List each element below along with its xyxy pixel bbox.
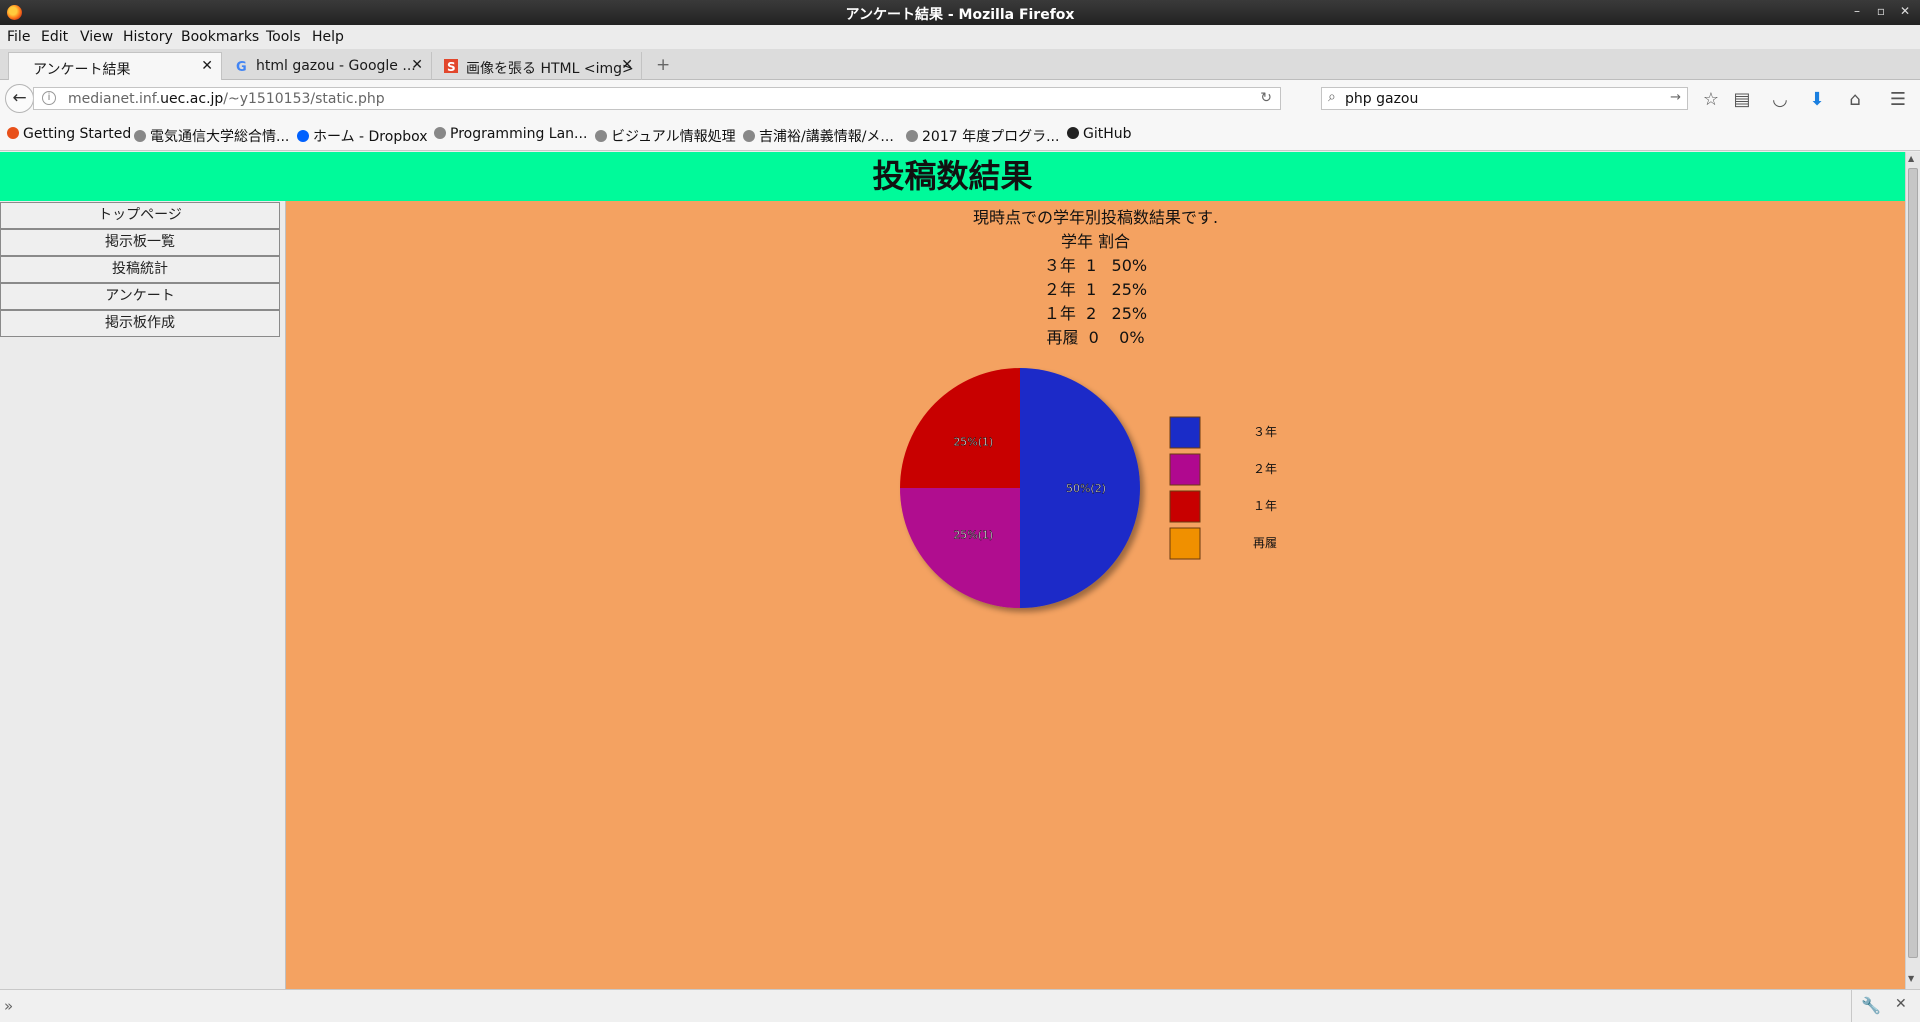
tab-label: 画像を張る HTML <img>: [466, 61, 634, 77]
console-chevron-icon[interactable]: »: [4, 997, 13, 1015]
tab-google-search[interactable]: G html gazou - Google ... ✕: [224, 52, 432, 80]
search-icon: ⌕: [1328, 89, 1336, 105]
bookmark-dropbox[interactable]: ホーム - Dropbox: [297, 126, 428, 146]
tab-close-icon[interactable]: ✕: [621, 57, 633, 73]
page-content: 投稿数結果 トップページ 掲示板一覧 投稿統計 アンケート 掲示板作成 現時点で…: [0, 152, 1905, 989]
legend-swatch-3: [1169, 527, 1201, 560]
globe-icon: [434, 127, 446, 139]
search-go-icon[interactable]: →: [1670, 90, 1681, 105]
tab-strip: アンケート結果 ✕ G html gazou - Google ... ✕ S …: [0, 49, 1920, 81]
stat-row-3nen: ３年 1 50%: [1043, 256, 1148, 275]
google-icon: G: [236, 60, 247, 73]
window-titlebar: アンケート結果 - Mozilla Firefox – ▫ ✕: [0, 0, 1920, 25]
legend-label-2: １年: [1253, 499, 1277, 513]
pie-slice-2: [900, 368, 1020, 488]
bookmark-2017-programming[interactable]: 2017 年度プログラ...: [906, 126, 1059, 146]
globe-icon: [743, 130, 755, 142]
scroll-up-icon[interactable]: ▲: [1908, 154, 1914, 163]
github-icon: [1067, 127, 1079, 139]
scroll-down-icon[interactable]: ▼: [1908, 974, 1914, 983]
bookmarks-toolbar: Getting Started 電気通信大学総合情... ホーム - Dropb…: [0, 117, 1920, 151]
new-tab-icon[interactable]: +: [656, 55, 670, 75]
bookmark-github[interactable]: GitHub: [1067, 126, 1132, 142]
minimize-icon[interactable]: –: [1848, 4, 1866, 18]
legend-label-1: ２年: [1253, 462, 1277, 476]
menu-bar: File Edit View History Bookmarks Tools H…: [0, 25, 1920, 49]
pie-slice-label-1: 25%(1): [953, 529, 993, 542]
close-toolbar-icon[interactable]: ✕: [1895, 996, 1907, 1012]
svg-text:G: G: [236, 60, 247, 73]
bookmark-uec[interactable]: 電気通信大学総合情...: [134, 126, 289, 146]
stat-row-1nen: １年 2 25%: [1043, 304, 1148, 323]
page-header: 投稿数結果: [0, 152, 1905, 201]
developer-toolbar: » 🔧 ✕: [0, 989, 1920, 1022]
firefox-icon: [7, 127, 19, 139]
maximize-icon[interactable]: ▫: [1872, 4, 1890, 18]
hamburger-menu-icon[interactable]: ☰: [1886, 89, 1910, 110]
nav-post-stats[interactable]: 投稿統計: [0, 256, 280, 283]
divider: [1851, 990, 1852, 1022]
intro-text: 現時点での学年別投稿数結果です.: [972, 208, 1219, 227]
site-s-icon: S: [444, 59, 458, 73]
downloads-icon[interactable]: ⬇: [1805, 89, 1829, 110]
stat-row-sairi: 再履 0 0%: [1046, 328, 1145, 347]
menu-file[interactable]: File: [7, 29, 30, 45]
tab-html-img[interactable]: S 画像を張る HTML <img> ✕: [434, 52, 642, 80]
sidebar: トップページ 掲示板一覧 投稿統計 アンケート 掲示板作成: [0, 201, 286, 989]
page-title: 投稿数結果: [872, 157, 1033, 195]
reader-view-icon[interactable]: ▤: [1730, 89, 1754, 110]
search-value: php gazou: [1345, 91, 1419, 107]
close-window-icon[interactable]: ✕: [1896, 4, 1914, 18]
legend-label-3: 再履: [1253, 536, 1277, 550]
legend-swatch-2: [1169, 490, 1201, 523]
menu-bookmarks[interactable]: Bookmarks: [181, 29, 259, 45]
menu-help[interactable]: Help: [312, 29, 344, 45]
reload-icon[interactable]: ↻: [1260, 90, 1272, 106]
legend-swatch-0: [1169, 416, 1201, 449]
vertical-scrollbar[interactable]: ▲ ▼: [1905, 152, 1920, 989]
tab-close-icon[interactable]: ✕: [201, 58, 213, 74]
bookmark-getting-started[interactable]: Getting Started: [7, 126, 131, 142]
scrollbar-thumb[interactable]: [1908, 168, 1918, 958]
menu-view[interactable]: View: [80, 29, 113, 45]
bookmark-yoshiura[interactable]: 吉浦裕/講義情報/メ...: [743, 126, 894, 146]
url-text: medianet.inf.uec.ac.jp/~y1510153/static.…: [68, 91, 385, 107]
bookmark-star-icon[interactable]: ☆: [1699, 89, 1723, 110]
search-input[interactable]: ⌕ php gazou →: [1321, 87, 1688, 110]
pie-slice-label-0: 50%(2): [1066, 482, 1106, 495]
navigation-toolbar: ← i medianet.inf.uec.ac.jp/~y1510153/sta…: [0, 80, 1920, 117]
nav-board-list[interactable]: 掲示板一覧: [0, 229, 280, 256]
tab-survey-results[interactable]: アンケート結果 ✕: [8, 52, 222, 81]
menu-history[interactable]: History: [123, 29, 173, 45]
back-button[interactable]: ←: [5, 84, 34, 113]
tab-label: アンケート結果: [33, 62, 131, 78]
stat-row-2nen: ２年 1 25%: [1043, 280, 1148, 299]
site-info-icon[interactable]: i: [42, 91, 56, 105]
legend-label-0: ３年: [1253, 425, 1277, 439]
url-bar[interactable]: i medianet.inf.uec.ac.jp/~y1510153/stati…: [33, 87, 1281, 110]
globe-icon: [595, 130, 607, 142]
menu-tools[interactable]: Tools: [266, 29, 301, 45]
dropbox-icon: [297, 130, 309, 142]
tab-close-icon[interactable]: ✕: [411, 57, 423, 73]
pocket-icon[interactable]: ◡: [1768, 89, 1792, 110]
wrench-icon[interactable]: 🔧: [1861, 996, 1881, 1015]
bookmark-programming[interactable]: Programming Lan...: [434, 126, 587, 142]
pie-slice-label-2: 25%(1): [953, 435, 993, 448]
svg-text:S: S: [447, 60, 456, 73]
table-header: 学年 割合: [1060, 232, 1131, 251]
home-icon[interactable]: ⌂: [1843, 89, 1867, 110]
globe-icon: [906, 130, 918, 142]
globe-icon: [134, 130, 146, 142]
tab-label: html gazou - Google ...: [256, 58, 416, 74]
legend-swatch-1: [1169, 453, 1201, 486]
pie-chart: 50%(2) 25%(1) 25%(1) ３年 ２年 １年再履: [900, 368, 1277, 608]
menu-edit[interactable]: Edit: [41, 29, 68, 45]
nav-create-board[interactable]: 掲示板作成: [0, 310, 280, 337]
bookmark-visual-info[interactable]: ビジュアル情報処理: [595, 126, 736, 146]
pie-slice-1: [900, 488, 1020, 608]
nav-top-page[interactable]: トップページ: [0, 202, 280, 229]
nav-survey[interactable]: アンケート: [0, 283, 280, 310]
window-title: アンケート結果 - Mozilla Firefox: [845, 7, 1075, 23]
